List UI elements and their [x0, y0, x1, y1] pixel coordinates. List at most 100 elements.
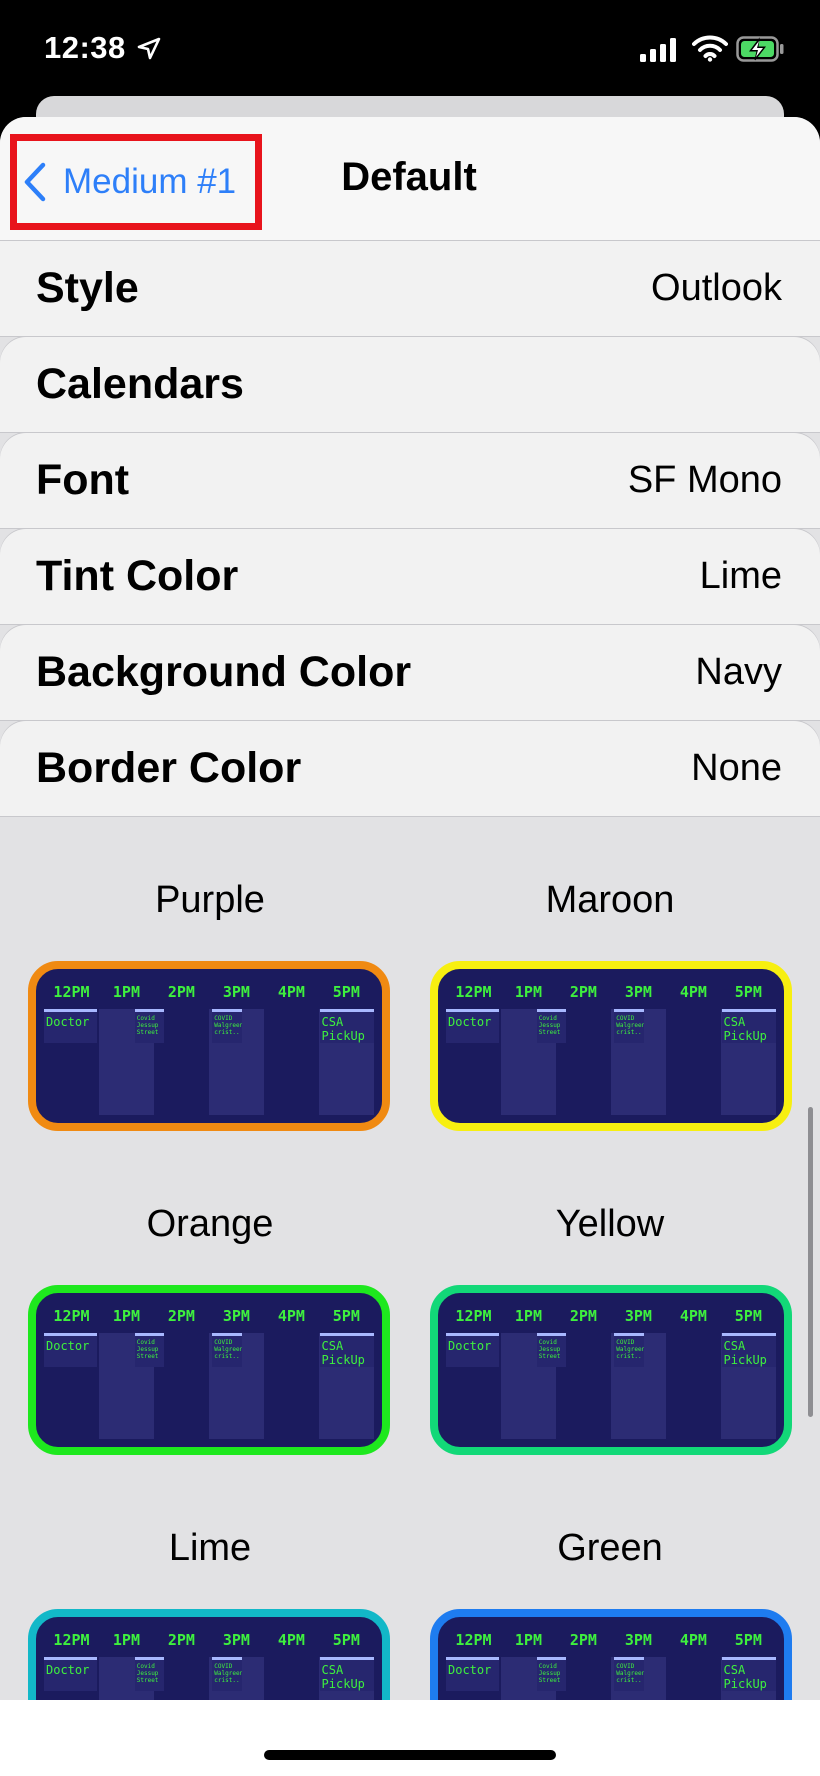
widget-preview-option[interactable]: 12PM 1PM 2PM 3PM 4PM 5PM Doctor Covid Jessup St…: [430, 1285, 792, 1455]
option-caption: Maroon: [545, 879, 675, 921]
settings-list: Style Outlook Calendars Font SF Mono Tin…: [0, 241, 820, 817]
hour-label: 3PM: [222, 983, 250, 1001]
hour-label: 1PM: [112, 983, 140, 1001]
status-time: 12:38: [44, 30, 126, 65]
hour-label: 12PM: [53, 1631, 90, 1649]
widget-inner: 12PM 1PM 2PM 3PM 4PM 5PM Doctor Covid Jessup St…: [446, 977, 776, 1115]
setting-row-style[interactable]: Style Outlook: [0, 241, 820, 337]
event-doctor: Doctor: [446, 1657, 499, 1691]
setting-label: Tint Color: [36, 552, 239, 600]
settings-sheet: Medium #1 Default Style Outlook Calendar…: [0, 117, 820, 1776]
hour-label: 4PM: [277, 1307, 305, 1325]
event-csa: CSA PickUp: [721, 1009, 776, 1043]
event-covid19: COVID Walgreen crist..: [212, 1333, 242, 1367]
setting-label: Font: [36, 456, 130, 504]
setting-value: SF Mono: [627, 459, 782, 501]
hour-label: 3PM: [624, 1307, 652, 1325]
home-area: [0, 1700, 820, 1776]
setting-label: Border Color: [36, 744, 302, 792]
hour-label: 3PM: [222, 1307, 250, 1325]
widget-preview-option[interactable]: 12PM 1PM 2PM 3PM 4PM 5PM Doctor Covid Jessup St…: [430, 961, 792, 1131]
hour-label: 1PM: [112, 1631, 140, 1649]
hour-label: 2PM: [167, 1631, 195, 1649]
hour-label: 3PM: [624, 1631, 652, 1649]
widget-inner: 12PM 1PM 2PM 3PM 4PM 5PM Doctor Covid Jessup St…: [446, 1301, 776, 1439]
page-title-text: Default: [341, 155, 477, 199]
hour-label: 3PM: [624, 983, 652, 1001]
hour-header: 12PM 1PM 2PM 3PM 4PM 5PM: [446, 983, 776, 1001]
hour-label: 2PM: [569, 1307, 597, 1325]
hour-label: 1PM: [514, 983, 542, 1001]
widget-preview-option[interactable]: 12PM 1PM 2PM 3PM 4PM 5PM Doctor Covid Jessup St…: [28, 961, 390, 1131]
hour-label: 4PM: [679, 1631, 707, 1649]
widget-inner: 12PM 1PM 2PM 3PM 4PM 5PM Doctor Covid Jessup St…: [44, 977, 374, 1115]
widget-inner: 12PM 1PM 2PM 3PM 4PM 5PM Doctor Covid Jessup St…: [44, 1301, 374, 1439]
hour-label: 5PM: [332, 1307, 360, 1325]
setting-row-font[interactable]: Font SF Mono: [0, 433, 820, 529]
location-arrow-icon: [137, 37, 161, 60]
hour-label: 2PM: [569, 1631, 597, 1649]
hour-label: 4PM: [277, 983, 305, 1001]
event-csa: CSA PickUp: [319, 1009, 374, 1043]
hour-label: 1PM: [514, 1631, 542, 1649]
event-covid: Covid Jessup Street: [134, 1333, 165, 1367]
hour-label: 12PM: [455, 1631, 492, 1649]
setting-label: Style: [36, 264, 139, 312]
setting-value: Navy: [695, 651, 782, 693]
option-caption: Yellow: [555, 1203, 665, 1245]
hour-label: 4PM: [679, 983, 707, 1001]
event-covid: Covid Jessup Street: [134, 1009, 165, 1043]
option-caption: Purple: [155, 879, 265, 921]
hour-header: 12PM 1PM 2PM 3PM 4PM 5PM: [446, 1631, 776, 1649]
setting-row-background-color[interactable]: Background Color Navy: [0, 625, 820, 721]
event-covid19: COVID Walgreen crist..: [614, 1657, 644, 1691]
setting-row-calendars[interactable]: Calendars: [0, 337, 820, 433]
status-bar: 12:38: [0, 0, 820, 100]
event-doctor: Doctor: [44, 1657, 97, 1691]
hour-header: 12PM 1PM 2PM 3PM 4PM 5PM: [44, 1631, 374, 1649]
hour-label: 5PM: [332, 1631, 360, 1649]
setting-row-border-color[interactable]: Border Color None: [0, 721, 820, 817]
event-covid: Covid Jessup Street: [536, 1657, 567, 1691]
setting-label: Calendars: [36, 360, 244, 408]
screen: 12:38 Medium #1 Default Style Outlook Ca…: [0, 0, 820, 1776]
scrollbar[interactable]: [808, 1107, 813, 1417]
hour-label: 5PM: [734, 983, 762, 1001]
option-caption: Green: [557, 1527, 663, 1569]
option-caption: Lime: [168, 1527, 252, 1569]
battery-charging-icon: [736, 36, 784, 62]
widget-preview-option[interactable]: 12PM 1PM 2PM 3PM 4PM 5PM Doctor Covid Jessup St…: [28, 1285, 390, 1455]
navigation-bar: Medium #1 Default: [0, 117, 820, 241]
hour-label: 5PM: [734, 1307, 762, 1325]
event-covid19: COVID Walgreen crist..: [614, 1009, 644, 1043]
setting-value: None: [691, 747, 782, 789]
event-covid19: COVID Walgreen crist..: [212, 1009, 242, 1043]
home-indicator[interactable]: [264, 1750, 556, 1760]
hour-label: 12PM: [455, 1307, 492, 1325]
hour-label: 5PM: [332, 983, 360, 1001]
cellular-signal-icon: [640, 38, 676, 62]
event-csa: CSA PickUp: [721, 1333, 776, 1367]
hour-label: 2PM: [167, 983, 195, 1001]
setting-value: Outlook: [651, 267, 782, 309]
event-doctor: Doctor: [44, 1009, 97, 1043]
setting-value: Lime: [699, 555, 782, 597]
event-csa: CSA PickUp: [319, 1657, 374, 1691]
event-covid: Covid Jessup Street: [536, 1333, 567, 1367]
event-covid: Covid Jessup Street: [134, 1657, 165, 1691]
hour-label: 1PM: [112, 1307, 140, 1325]
option-caption: Orange: [146, 1203, 274, 1245]
hour-label: 4PM: [679, 1307, 707, 1325]
hour-label: 4PM: [277, 1631, 305, 1649]
setting-row-tint-color[interactable]: Tint Color Lime: [0, 529, 820, 625]
page-title: Default: [0, 155, 820, 200]
event-covid19: COVID Walgreen crist..: [614, 1333, 644, 1367]
wifi-icon: [692, 35, 728, 62]
hour-label: 2PM: [569, 983, 597, 1001]
hour-header: 12PM 1PM 2PM 3PM 4PM 5PM: [446, 1307, 776, 1325]
hour-label: 12PM: [53, 983, 90, 1001]
event-covid: Covid Jessup Street: [536, 1009, 567, 1043]
hour-label: 12PM: [53, 1307, 90, 1325]
event-csa: CSA PickUp: [319, 1333, 374, 1367]
hour-label: 2PM: [167, 1307, 195, 1325]
